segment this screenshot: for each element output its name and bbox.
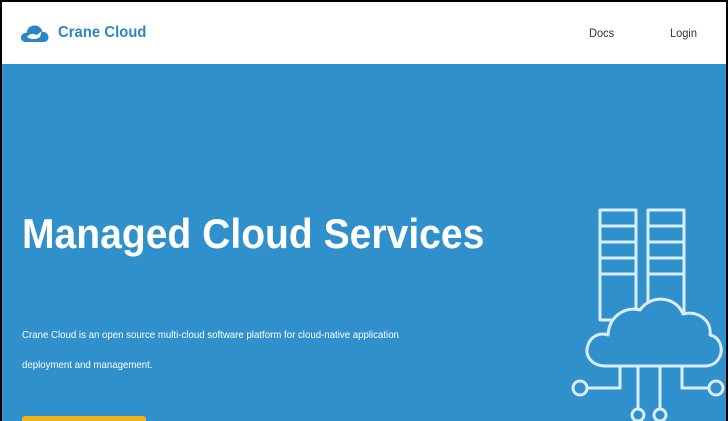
nav-docs-link[interactable]: Docs [589,26,614,40]
brand-name: Crane Cloud [58,24,147,41]
brand-link[interactable]: Crane Cloud [20,18,154,48]
browser-viewport: Crane Cloud Docs Login Managed Cloud Ser… [2,2,726,421]
cloud-server-network-icon [571,208,725,421]
navbar: Crane Cloud Docs Login [2,2,726,64]
crane-cloud-logo-icon [20,25,49,42]
hero-section: Managed Cloud Services Crane Cloud is an… [2,64,726,421]
hero-title: Managed Cloud Services [22,210,485,257]
nav-login-link[interactable]: Login [670,26,697,40]
hero-description: Crane Cloud is an open source multi-clou… [22,329,399,371]
get-started-button[interactable] [22,416,146,421]
